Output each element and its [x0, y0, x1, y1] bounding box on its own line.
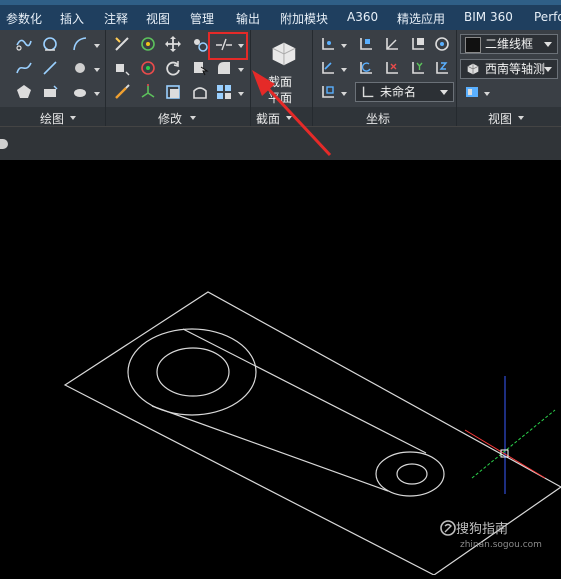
annotation-arrow: [252, 70, 332, 157]
watermark-url: zhinan.sogou.com: [460, 540, 542, 550]
sogou-logo-icon: [440, 520, 456, 536]
watermark-text: 搜狗指南: [456, 522, 509, 537]
arrow-shaft: [260, 80, 332, 157]
